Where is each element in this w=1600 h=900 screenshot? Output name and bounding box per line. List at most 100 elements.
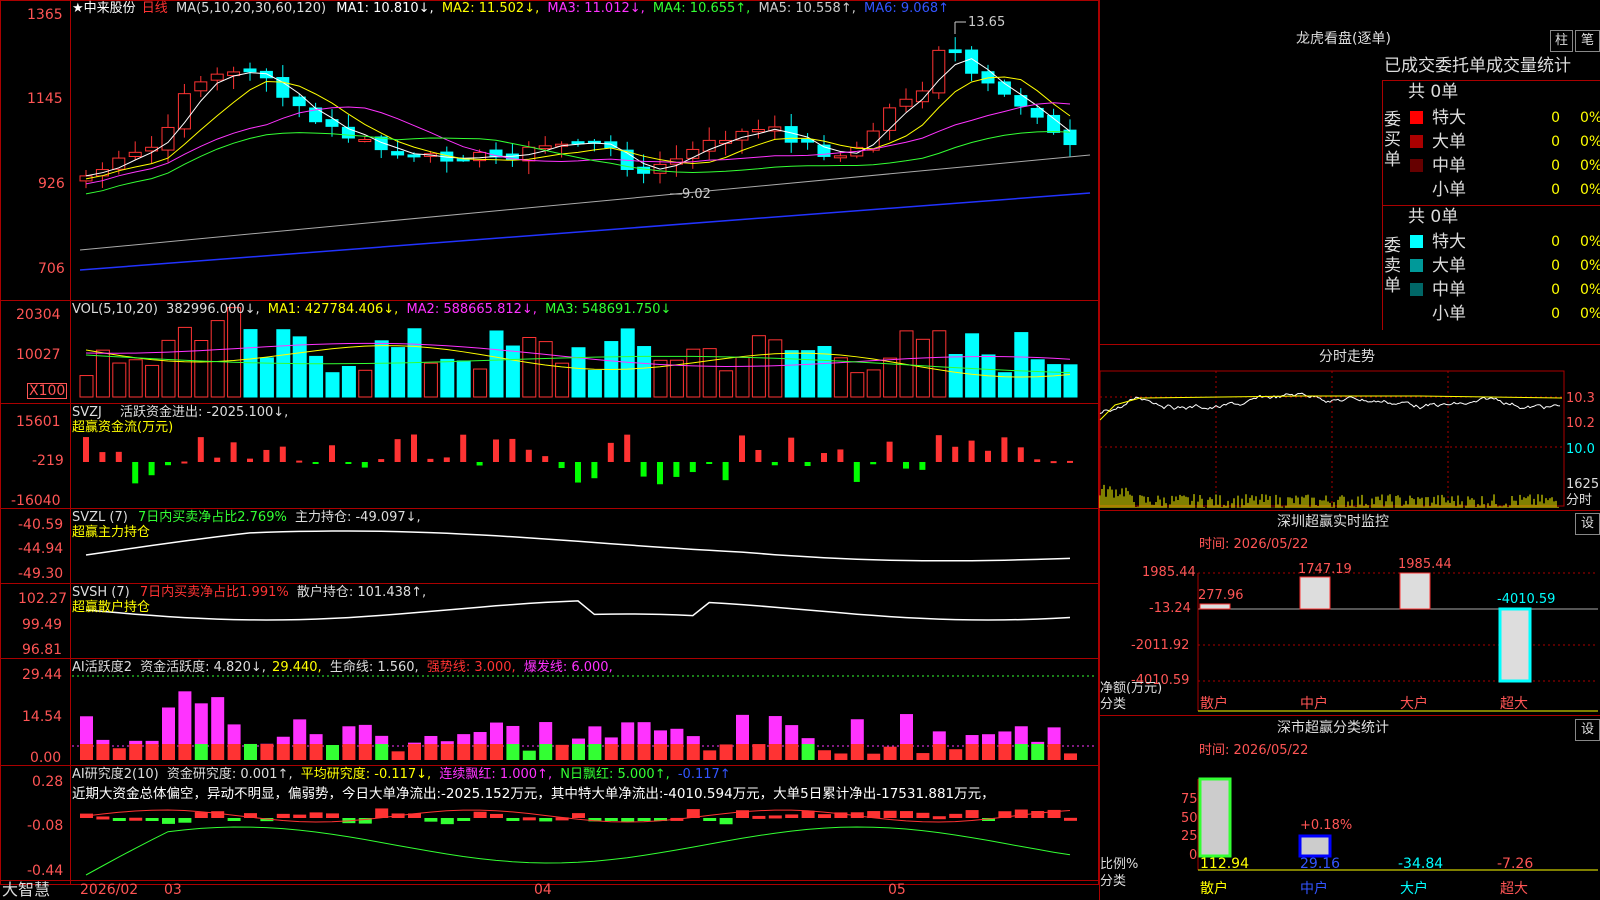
color-swatch: [1410, 283, 1423, 296]
flow-bar: [1050, 461, 1057, 464]
activity-bar: [621, 744, 635, 760]
monitor-bar: [1299, 576, 1331, 610]
retail-line: [85, 600, 1071, 621]
period-label[interactable]: 日线: [142, 1, 168, 16]
ai2-header: AI研究度2(10) 资金研究度: 0.001↑, 平均研究度: -0.117↓…: [72, 767, 731, 782]
activity-bar: [457, 744, 471, 760]
candle-body: [194, 81, 208, 92]
activity-bar: [637, 722, 651, 744]
buy-row-xl: 特大 0 0%: [1408, 106, 1600, 130]
flow-bar: [214, 457, 221, 462]
research-bar: [818, 814, 831, 818]
activity-bar: [752, 744, 766, 760]
activity-bar: [490, 722, 503, 744]
sell-row-l: 大单 0 0%: [1408, 254, 1600, 278]
stat-settings-button[interactable]: 设: [1575, 719, 1600, 741]
ma5-line: [79, 154, 1091, 251]
activity-bar: [604, 744, 618, 760]
research-bar: [145, 818, 159, 821]
activity-bar: [96, 739, 110, 744]
intraday-vol-unit: 分时: [1566, 493, 1593, 508]
flow-bar: [853, 462, 860, 482]
research-bar: [490, 813, 503, 818]
svzl-tick: -49.30: [18, 566, 64, 582]
activity-bar: [506, 744, 520, 760]
activity-bar: [309, 744, 323, 760]
research-bar: [227, 818, 241, 821]
vol-tick: 10027: [16, 347, 61, 363]
activity-bar: [424, 735, 438, 744]
research-bar: [621, 818, 635, 822]
candle-body: [210, 73, 224, 81]
bar-view-button[interactable]: 柱: [1550, 30, 1573, 52]
candlestick-chart[interactable]: [0, 0, 1600, 900]
flow-bar: [673, 462, 680, 477]
date-tick: 05: [888, 882, 906, 898]
flow-bar: [132, 462, 139, 484]
intraday-tick: 10.2: [1566, 416, 1595, 431]
ma2-value: MA2: 11.502↓,: [441, 1, 540, 16]
activity-bar: [326, 745, 339, 760]
ai2-d4: N日飘红: 5.000↑,: [560, 767, 670, 782]
activity-bar: [342, 726, 356, 744]
research-bar: [162, 818, 175, 824]
ai1-label: AI活跃度2: [72, 660, 132, 675]
activity-bar: [785, 725, 799, 744]
ai2-label: AI研究度2(10): [72, 767, 159, 782]
activity-bar: [982, 744, 995, 760]
research-bar: [932, 816, 946, 820]
monitor-title: 深圳超赢实时监控: [1277, 514, 1389, 530]
stat-cat: 超大: [1500, 881, 1528, 897]
volume-bar: [440, 358, 455, 398]
order-stats-tabs[interactable]: 已成交委托单成交量统计: [1384, 56, 1571, 76]
intraday-vol: 16255: [1566, 477, 1600, 492]
candle-body: [948, 49, 962, 54]
vol-header: VOL(5,10,20) 382996.000↓, MA1: 427784.40…: [72, 302, 671, 317]
vol-ma2: MA2: 588665.812↓,: [406, 302, 537, 317]
ma-params: MA(5,10,20,30,60,120): [175, 1, 327, 16]
candle-body: [899, 98, 913, 107]
stat-tick: 50: [1181, 811, 1198, 826]
flow-bar: [181, 461, 188, 464]
svsh-tick: 99.49: [22, 617, 63, 633]
candle-body: [407, 154, 421, 158]
flow-bar: [378, 459, 385, 462]
flow-bar: [755, 449, 762, 462]
color-swatch: [1410, 159, 1423, 172]
activity-bar: [211, 697, 225, 744]
price-tick: 706: [38, 261, 65, 277]
monitor-ylabel: 净额(万元): [1100, 681, 1163, 696]
activity-bar: [408, 744, 421, 760]
volume-bar: [309, 355, 324, 398]
research-bar: [211, 811, 225, 818]
svzl-label: SVZL (7): [72, 510, 128, 525]
activity-bar: [1064, 753, 1077, 760]
stock-name[interactable]: ★中来股份: [72, 1, 136, 16]
activity-bar: [276, 736, 290, 744]
activity-bar: [473, 744, 487, 760]
flow-bar: [968, 440, 975, 462]
monitor-settings-button[interactable]: 设: [1575, 513, 1600, 535]
volume-bar: [571, 347, 586, 398]
flow-bar: [804, 462, 811, 467]
activity-bar: [883, 746, 897, 760]
volume-bar: [358, 369, 373, 398]
monitor-time: 时间: 2026/05/22: [1199, 537, 1309, 552]
volume-bar: [128, 359, 143, 398]
volume-bar: [637, 346, 652, 398]
stat-tick: 0: [1189, 848, 1198, 863]
ma4-value: MA4: 10.655↑,: [652, 1, 751, 16]
flow-bar: [739, 435, 745, 462]
research-bar: [752, 815, 766, 819]
candle-body: [292, 96, 306, 107]
activity-bar: [408, 742, 421, 744]
activity-bar: [654, 744, 667, 760]
tick-view-button[interactable]: 笔: [1575, 30, 1600, 52]
sell-side-label: 委卖单: [1384, 236, 1401, 296]
svzl-desc1: 7日内买卖净占比2.769%: [137, 510, 287, 525]
activity-bar: [506, 725, 520, 744]
svzl-title: 超赢主力持仓: [72, 525, 151, 540]
stat-cat: 大户: [1400, 881, 1428, 897]
ai2-tick: -0.44: [27, 863, 64, 879]
activity-bar: [932, 744, 946, 760]
